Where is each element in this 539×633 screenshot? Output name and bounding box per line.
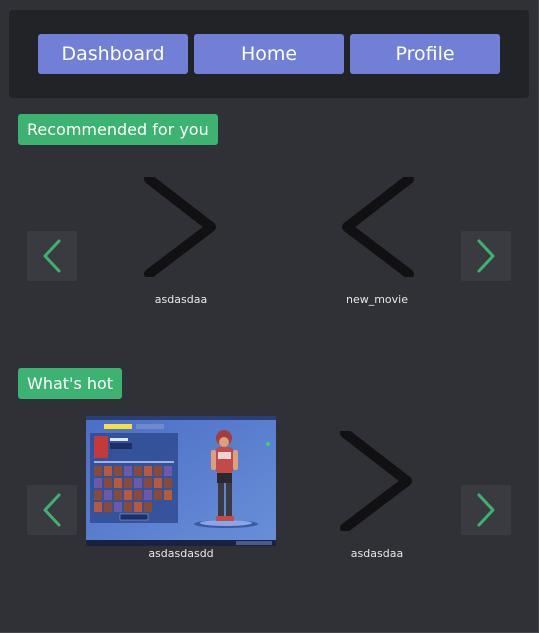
carousel-next-button[interactable] (461, 231, 511, 281)
card-thumbnail (282, 162, 472, 292)
carousel-prev-button[interactable] (27, 485, 77, 535)
card-thumbnail (282, 416, 472, 546)
game-screenshot-image (86, 416, 276, 546)
card-thumbnail (86, 416, 276, 546)
chevron-left-icon (342, 177, 414, 277)
section-title-recommended: Recommended for you (18, 114, 218, 145)
chevron-left-icon (43, 493, 61, 527)
card-thumbnail (86, 162, 276, 292)
home-button[interactable]: Home (194, 34, 344, 74)
page: Dashboard Home Profile Recommended for y… (0, 0, 539, 633)
card-label: new_movie (345, 293, 408, 306)
chevron-right-icon (144, 177, 216, 277)
chevron-right-icon (340, 431, 412, 531)
carousel-next-button[interactable] (461, 485, 511, 535)
dashboard-button[interactable]: Dashboard (38, 34, 188, 74)
profile-button[interactable]: Profile (350, 34, 500, 74)
section-title-whats-hot: What's hot (18, 368, 123, 399)
carousel-prev-button[interactable] (27, 231, 77, 281)
card-label: asdasdasdd (148, 547, 214, 560)
chevron-right-icon (477, 239, 495, 273)
chevron-left-icon (43, 239, 61, 273)
navbar: Dashboard Home Profile (9, 10, 529, 98)
card-label: asdasdaa (154, 293, 208, 306)
card-label: asdasdaa (350, 547, 404, 560)
chevron-right-icon (477, 493, 495, 527)
